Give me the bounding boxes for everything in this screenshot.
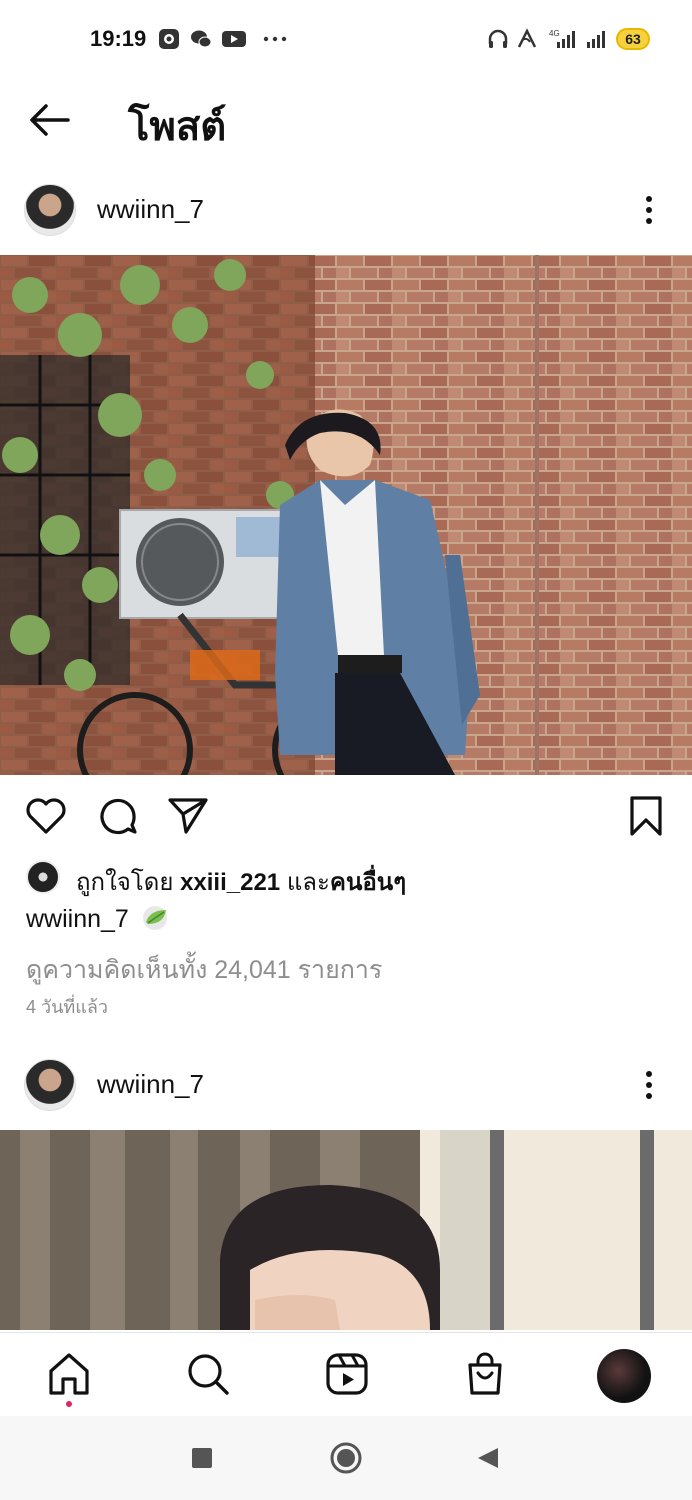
comment-icon[interactable] — [96, 794, 140, 838]
signal-icon — [587, 31, 605, 48]
system-nav-bar — [0, 1416, 692, 1500]
page-header: โพสต์ — [0, 80, 692, 160]
liked-by-others[interactable]: คนอื่นๆ — [330, 869, 406, 896]
liker-avatar — [26, 860, 60, 894]
liked-by-prefix: ถูกใจโดย — [76, 869, 174, 896]
bookmark-icon[interactable] — [624, 794, 668, 838]
post-photo[interactable] — [0, 1130, 692, 1330]
post-timestamp: 4 วันที่แล้ว — [26, 997, 109, 1017]
liked-by-user[interactable]: xxiii_221 — [180, 869, 280, 896]
wechat-icon — [191, 30, 212, 48]
search-icon[interactable] — [185, 1351, 231, 1397]
back-triangle-icon[interactable] — [476, 1446, 500, 1470]
more-dots-icon — [263, 36, 287, 42]
home-icon[interactable] — [46, 1351, 92, 1397]
battery-indicator: 63 — [616, 28, 650, 50]
liked-by-text: ถูกใจโดย xxiii_221 และคนอื่นๆ — [76, 862, 406, 901]
post-username[interactable]: wwiinn_7 — [97, 194, 204, 225]
view-comments-link[interactable]: ดูความคิดเห็นทั้ง 24,041 รายการ — [26, 950, 382, 990]
home-circle-icon[interactable] — [330, 1442, 362, 1474]
post-photo-art — [0, 255, 692, 775]
post-photo-art — [0, 1130, 692, 1330]
heart-icon[interactable] — [24, 794, 68, 838]
clock: 19:19 — [90, 26, 147, 51]
more-options-icon[interactable] — [638, 1065, 660, 1105]
post-caption: wwiinn_7 — [26, 904, 172, 934]
bottom-nav — [0, 1332, 692, 1417]
profile-avatar[interactable] — [597, 1349, 651, 1403]
svg-text:4G: 4G — [549, 29, 560, 38]
share-icon[interactable] — [166, 794, 210, 838]
post-header: wwiinn_7 — [0, 172, 692, 248]
liked-by-and: และ — [286, 869, 330, 896]
signal-icon: 4G — [549, 29, 575, 48]
post-actions — [0, 790, 692, 842]
headphones-icon — [488, 29, 508, 48]
recents-square-icon[interactable] — [191, 1447, 213, 1469]
caption-username[interactable]: wwiinn_7 — [26, 905, 129, 933]
notification-dot — [66, 1401, 72, 1407]
post-header: wwiinn_7 — [0, 1047, 692, 1123]
shop-icon[interactable] — [462, 1351, 508, 1397]
page-title: โพสต์ — [128, 105, 227, 149]
post-photo[interactable] — [0, 255, 692, 775]
post-username[interactable]: wwiinn_7 — [97, 1069, 204, 1100]
back-arrow-icon[interactable] — [26, 100, 72, 140]
hotspot-icon — [517, 28, 537, 48]
leaf-emoji-icon — [142, 906, 167, 930]
more-options-icon[interactable] — [638, 190, 660, 230]
avatar[interactable] — [24, 1059, 76, 1111]
status-bar: 19:19 4G 63 — [0, 0, 692, 80]
reels-icon[interactable] — [324, 1351, 370, 1397]
camera-icon — [159, 29, 179, 49]
youtube-icon — [222, 31, 246, 47]
avatar[interactable] — [24, 184, 76, 236]
